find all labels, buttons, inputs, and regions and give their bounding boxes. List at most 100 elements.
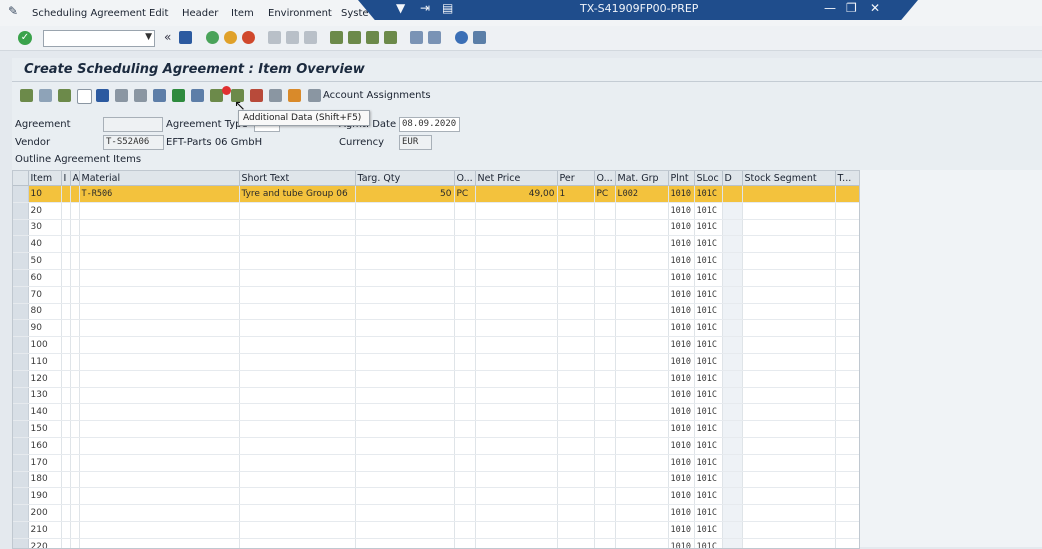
cell-a[interactable] (70, 235, 80, 254)
cell-net-price[interactable] (475, 219, 558, 237)
cell-t[interactable] (835, 471, 859, 489)
cell-net-price[interactable] (475, 420, 558, 438)
cell-sloc[interactable]: 101C (694, 252, 723, 270)
table-row[interactable]: 40 1010 101C (13, 235, 859, 254)
cell-o-unit2[interactable] (594, 235, 616, 254)
cell-o-unit2[interactable] (594, 370, 616, 388)
cell-i[interactable] (61, 353, 71, 371)
cell-a[interactable] (70, 454, 80, 472)
cell-d[interactable] (722, 538, 743, 548)
cell-item[interactable]: 90 (28, 319, 62, 338)
cell-material[interactable] (79, 269, 240, 287)
cell-a[interactable] (70, 487, 80, 506)
cell-per[interactable] (557, 286, 595, 304)
column-header[interactable]: A (70, 171, 80, 186)
back-green-icon[interactable] (206, 31, 219, 44)
cell-i[interactable] (61, 319, 71, 338)
cell-per[interactable] (557, 454, 595, 472)
cell-item[interactable]: 130 (28, 387, 62, 405)
cell-targ-qty[interactable] (355, 420, 455, 438)
row-selector[interactable] (13, 387, 29, 405)
cell-short-text[interactable] (239, 403, 356, 422)
cell-i[interactable] (61, 185, 71, 203)
table-row[interactable]: 120 1010 101C (13, 370, 859, 388)
cell-targ-qty[interactable] (355, 286, 455, 304)
cell-plnt[interactable]: 1010 (668, 437, 695, 455)
cell-t[interactable] (835, 235, 859, 254)
cell-net-price[interactable] (475, 269, 558, 287)
cell-material[interactable] (79, 420, 240, 438)
save-icon[interactable] (179, 31, 192, 44)
cell-per[interactable] (557, 370, 595, 388)
cell-material[interactable] (79, 521, 240, 539)
cell-o-unit2[interactable] (594, 521, 616, 539)
delete-icon[interactable] (96, 89, 109, 102)
cell-net-price[interactable] (475, 487, 558, 506)
cell-i[interactable] (61, 487, 71, 506)
find-next-icon[interactable] (304, 31, 317, 44)
cell-plnt[interactable]: 1010 (668, 269, 695, 287)
cell-i[interactable] (61, 336, 71, 354)
find-icon[interactable] (286, 31, 299, 44)
column-header[interactable]: Targ. Qty (355, 171, 455, 186)
table-row[interactable]: 170 1010 101C (13, 454, 859, 472)
cell-material[interactable] (79, 403, 240, 422)
cell-plnt[interactable]: 1010 (668, 336, 695, 354)
cell-i[interactable] (61, 286, 71, 304)
cell-targ-qty[interactable] (355, 202, 455, 220)
cell-i[interactable] (61, 202, 71, 220)
cell-material[interactable] (79, 319, 240, 338)
table-row[interactable]: 80 1010 101C (13, 303, 859, 321)
previous-page-icon[interactable] (348, 31, 361, 44)
row-selector[interactable] (13, 269, 29, 287)
cell-mat-grp[interactable] (615, 454, 669, 472)
cell-a[interactable] (70, 403, 80, 422)
cell-net-price[interactable] (475, 286, 558, 304)
cell-item[interactable]: 80 (28, 303, 62, 321)
cell-short-text[interactable] (239, 437, 356, 455)
menu-item[interactable]: Item (231, 8, 254, 19)
cell-o-unit[interactable] (454, 437, 476, 455)
cell-plnt[interactable]: 1010 (668, 504, 695, 522)
cell-o-unit[interactable] (454, 504, 476, 522)
table-row[interactable]: 20 1010 101C (13, 202, 859, 220)
cell-sloc[interactable]: 101C (694, 185, 723, 203)
cell-o-unit[interactable] (454, 471, 476, 489)
cell-per[interactable] (557, 269, 595, 287)
cell-per[interactable]: 1 (557, 185, 595, 203)
cell-a[interactable] (70, 336, 80, 354)
select-all-header[interactable] (13, 171, 29, 186)
cell-a[interactable] (70, 319, 80, 338)
cell-plnt[interactable]: 1010 (668, 471, 695, 489)
table-row[interactable]: 60 1010 101C (13, 269, 859, 287)
row-selector[interactable] (13, 185, 29, 203)
cell-per[interactable] (557, 353, 595, 371)
cell-net-price[interactable]: 49,00 (475, 185, 558, 203)
cell-net-price[interactable] (475, 319, 558, 338)
cell-targ-qty[interactable] (355, 487, 455, 506)
cell-i[interactable] (61, 387, 71, 405)
cell-d[interactable] (722, 387, 743, 405)
cell-sloc[interactable]: 101C (694, 387, 723, 405)
cell-stock-segment[interactable] (742, 538, 836, 548)
agmt-date-field[interactable]: 08.09.2020 (399, 117, 460, 132)
cell-net-price[interactable] (475, 235, 558, 254)
cell-t[interactable] (835, 219, 859, 237)
cell-sloc[interactable]: 101C (694, 487, 723, 506)
cell-o-unit[interactable] (454, 353, 476, 371)
cell-mat-grp[interactable] (615, 370, 669, 388)
cell-o-unit2[interactable] (594, 387, 616, 405)
table-row[interactable]: 130 1010 101C (13, 387, 859, 405)
cell-sloc[interactable]: 101C (694, 219, 723, 237)
cell-o-unit2[interactable] (594, 420, 616, 438)
row-selector[interactable] (13, 437, 29, 455)
flag-icon[interactable] (172, 89, 185, 102)
shortcut-icon[interactable] (428, 31, 441, 44)
cell-stock-segment[interactable] (742, 202, 836, 220)
cell-short-text[interactable] (239, 454, 356, 472)
cell-plnt[interactable]: 1010 (668, 319, 695, 338)
cell-short-text[interactable] (239, 303, 356, 321)
cell-material[interactable] (79, 252, 240, 270)
cell-t[interactable] (835, 353, 859, 371)
cell-plnt[interactable]: 1010 (668, 370, 695, 388)
